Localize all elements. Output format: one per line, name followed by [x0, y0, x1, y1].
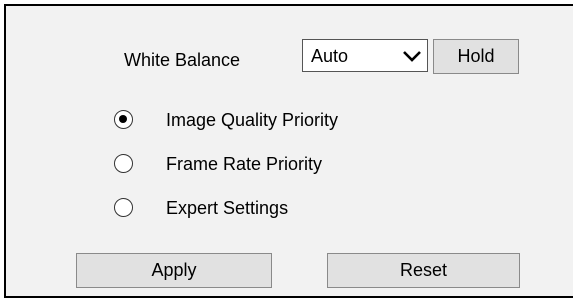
radio-label: Frame Rate Priority	[166, 154, 323, 174]
white-balance-label: White Balance	[124, 50, 241, 70]
white-balance-select[interactable]: Auto	[302, 39, 428, 72]
white-balance-selected-value: Auto	[311, 46, 349, 66]
hold-button[interactable]: Hold	[433, 39, 519, 74]
radio-label: Expert Settings	[166, 198, 289, 218]
settings-panel: White Balance Auto Hold Image Quality Pr…	[4, 4, 573, 298]
chevron-down-icon	[403, 51, 421, 62]
apply-button[interactable]: Apply	[76, 253, 272, 288]
radio-unselected-icon[interactable]	[114, 154, 133, 173]
radio-label: Image Quality Priority	[166, 110, 339, 130]
radio-unselected-icon[interactable]	[114, 198, 133, 217]
reset-button[interactable]: Reset	[327, 253, 520, 288]
radio-dot	[119, 115, 127, 123]
radio-selected-icon[interactable]	[114, 110, 133, 129]
